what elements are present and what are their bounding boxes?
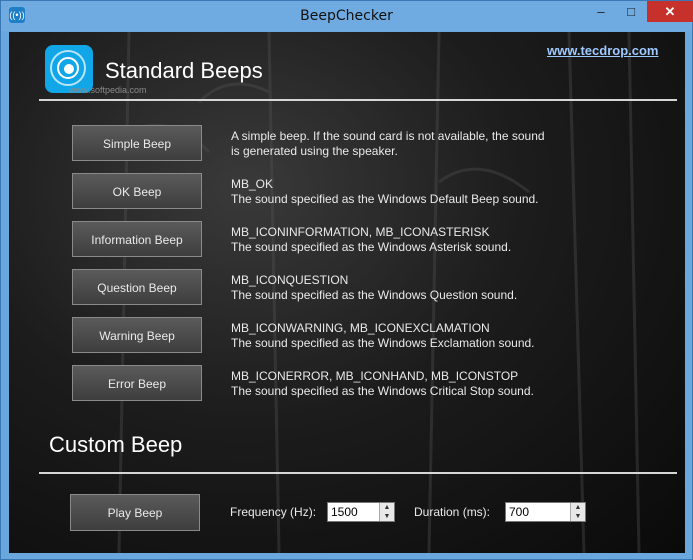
description-line: MB_ICONERROR, MB_ICONHAND, MB_ICONSTOP (231, 369, 519, 383)
app-window: ((•)) BeepChecker – □ ✕ Standard Beeps w… (0, 0, 693, 560)
description-line: is generated using the speaker. (231, 144, 398, 158)
description-line: The sound specified as the Windows Quest… (231, 288, 518, 302)
frequency-label: Frequency (Hz): (230, 505, 317, 519)
website-link[interactable]: www.tecdrop.com (547, 43, 658, 58)
close-button[interactable]: ✕ (647, 1, 693, 22)
warning-beep-button[interactable]: Warning Beep (72, 317, 202, 353)
warning-beep-description: MB_ICONWARNING, MB_ICONEXCLAMATION The s… (231, 321, 571, 351)
error-beep-description: MB_ICONERROR, MB_ICONHAND, MB_ICONSTOP T… (231, 369, 571, 399)
frequency-spinner[interactable]: 1500 ▲ ▼ (327, 502, 395, 522)
description-line: MB_ICONWARNING, MB_ICONEXCLAMATION (231, 321, 490, 335)
frequency-arrows[interactable]: ▲ ▼ (379, 503, 394, 521)
title-bar[interactable]: ((•)) BeepChecker – □ ✕ (1, 1, 693, 31)
up-arrow-icon[interactable]: ▲ (571, 503, 585, 512)
description-line: MB_OK (231, 177, 274, 191)
frequency-input[interactable]: 1500 (331, 505, 358, 519)
description-line: A simple beep. If the sound card is not … (231, 129, 545, 143)
watermark: www.softpedia.com (69, 85, 147, 95)
down-arrow-icon[interactable]: ▼ (380, 512, 394, 521)
description-line: The sound specified as the Windows Excla… (231, 336, 535, 350)
duration-arrows[interactable]: ▲ ▼ (570, 503, 585, 521)
description-line: MB_ICONINFORMATION, MB_ICONASTERISK (231, 225, 490, 239)
duration-spinner[interactable]: 700 ▲ ▼ (505, 502, 586, 522)
description-line: The sound specified as the Windows Defau… (231, 192, 539, 206)
play-beep-button[interactable]: Play Beep (70, 494, 200, 531)
information-beep-description: MB_ICONINFORMATION, MB_ICONASTERISK The … (231, 225, 571, 255)
duration-input[interactable]: 700 (509, 505, 529, 519)
maximize-button[interactable]: □ (617, 1, 645, 22)
client-area: Standard Beeps www.softpedia.com www.tec… (9, 32, 685, 553)
error-beep-button[interactable]: Error Beep (72, 365, 202, 401)
description-line: The sound specified as the Windows Criti… (231, 384, 534, 398)
down-arrow-icon[interactable]: ▼ (571, 512, 585, 521)
up-arrow-icon[interactable]: ▲ (380, 503, 394, 512)
description-line: The sound specified as the Windows Aster… (231, 240, 512, 254)
custom-separator (39, 472, 677, 474)
description-line: MB_ICONQUESTION (231, 273, 349, 287)
question-beep-description: MB_ICONQUESTION The sound specified as t… (231, 273, 571, 303)
custom-beep-title: Custom Beep (49, 432, 183, 457)
information-beep-button[interactable]: Information Beep (72, 221, 202, 257)
header-separator (39, 99, 677, 101)
simple-beep-description: A simple beep. If the sound card is not … (231, 129, 571, 159)
minimize-button[interactable]: – (586, 1, 616, 22)
question-beep-button[interactable]: Question Beep (72, 269, 202, 305)
duration-label: Duration (ms): (414, 505, 491, 519)
ok-beep-button[interactable]: OK Beep (72, 173, 202, 209)
page-title: Standard Beeps (105, 58, 263, 83)
simple-beep-button[interactable]: Simple Beep (72, 125, 202, 161)
ok-beep-description: MB_OK The sound specified as the Windows… (231, 177, 571, 207)
